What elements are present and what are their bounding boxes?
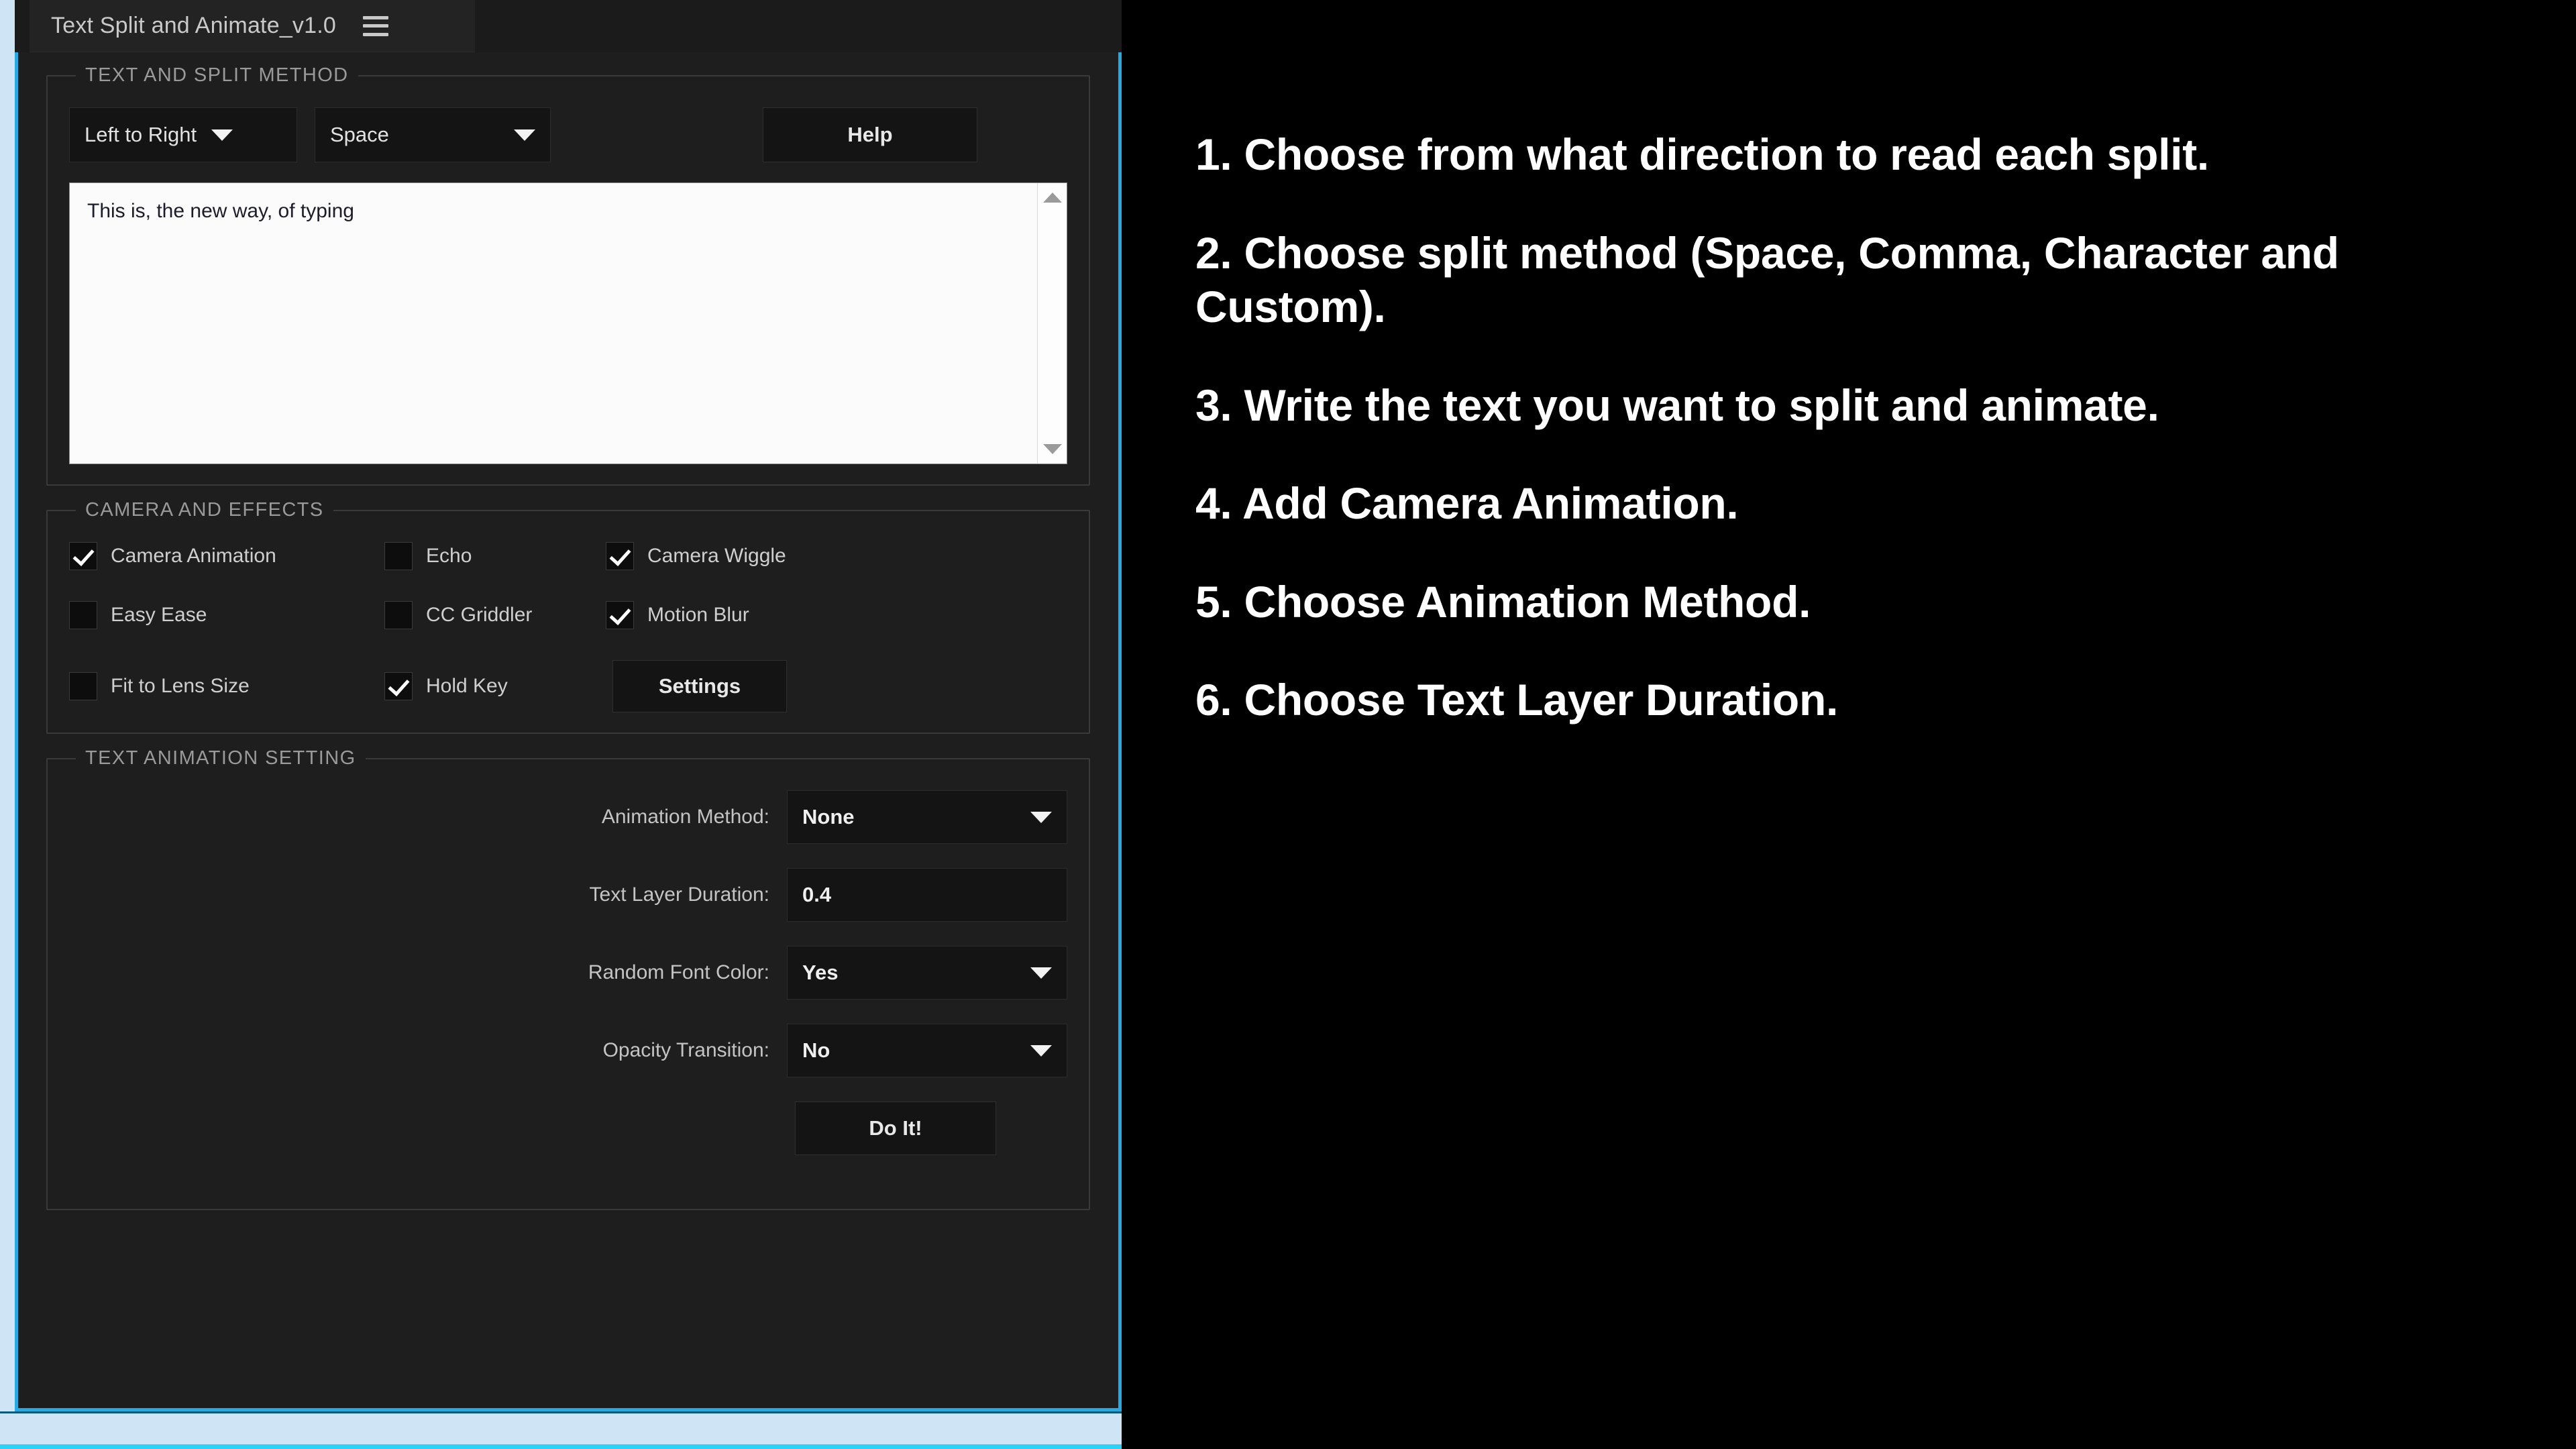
checkbox-label: Camera Wiggle: [647, 545, 786, 567]
checkbox-camera-wiggle[interactable]: Camera Wiggle: [606, 542, 1067, 570]
animation-method-value: None: [802, 805, 855, 828]
panel-bottom-edge: [0, 1411, 1122, 1449]
script-panel-window: Text Split and Animate_v1.0 TEXT AND SPL…: [0, 0, 1122, 1449]
group-legend-text-animation: TEXT ANIMATION SETTING: [76, 747, 366, 769]
checkbox-cc-griddler[interactable]: CC Griddler: [384, 601, 606, 629]
do-it-button[interactable]: Do It!: [795, 1102, 996, 1155]
group-legend-camera-effects: CAMERA AND EFFECTS: [76, 499, 333, 521]
direction-dropdown[interactable]: Left to Right: [69, 107, 297, 162]
tab-title-label: Text Split and Animate_v1.0: [51, 13, 336, 38]
checkbox-label: CC Griddler: [426, 604, 533, 626]
random-font-color-label: Random Font Color:: [588, 961, 769, 983]
text-and-split-method-group: TEXT AND SPLIT METHOD Left to Right Spac…: [46, 64, 1090, 486]
text-input-scrollbar[interactable]: [1037, 183, 1067, 464]
checkbox-label: Hold Key: [426, 675, 508, 697]
direction-dropdown-value: Left to Right: [85, 123, 197, 146]
chevron-down-icon: [1030, 811, 1052, 823]
checkbox-box-icon[interactable]: [384, 542, 413, 570]
text-layer-duration-value: 0.4: [802, 883, 832, 906]
split-method-dropdown[interactable]: Space: [315, 107, 551, 162]
random-font-color-value: Yes: [802, 961, 839, 984]
checkbox-label: Fit to Lens Size: [111, 675, 250, 697]
checkbox-motion-blur[interactable]: Motion Blur: [606, 601, 1067, 629]
checkbox-echo[interactable]: Echo: [384, 542, 606, 570]
chevron-down-icon: [211, 129, 233, 141]
animation-method-dropdown[interactable]: None: [787, 790, 1067, 844]
checkbox-easy-ease[interactable]: Easy Ease: [69, 601, 384, 629]
row-random-font-color: Random Font Color: Yes: [69, 946, 1067, 1000]
checkmark-icon[interactable]: [384, 672, 413, 700]
opacity-transition-value: No: [802, 1038, 830, 1062]
animation-method-label: Animation Method:: [601, 806, 769, 828]
chevron-down-icon: [514, 129, 535, 141]
instruction-step-1: 1. Choose from what direction to read ea…: [1195, 129, 2209, 179]
checkmark-icon[interactable]: [606, 542, 634, 570]
scroll-up-arrow-icon[interactable]: [1042, 193, 1062, 203]
checkbox-label: Easy Ease: [111, 604, 207, 626]
panel-body: TEXT AND SPLIT METHOD Left to Right Spac…: [15, 52, 1122, 1411]
tab-text-split-and-animate[interactable]: Text Split and Animate_v1.0: [30, 0, 475, 52]
panel-content: TEXT AND SPLIT METHOD Left to Right Spac…: [18, 52, 1118, 1408]
split-method-dropdown-value: Space: [330, 123, 389, 146]
instruction-step-3: 3. Write the text you want to split and …: [1195, 380, 2159, 430]
camera-and-effects-group: CAMERA AND EFFECTS Camera Animation Echo…: [46, 499, 1090, 734]
opacity-transition-label: Opacity Transition:: [602, 1039, 769, 1061]
instruction-step-5: 5. Choose Animation Method.: [1195, 576, 1811, 627]
row-opacity-transition: Opacity Transition: No: [69, 1024, 1067, 1077]
chevron-down-icon: [1030, 1044, 1052, 1057]
help-button[interactable]: Help: [763, 107, 977, 162]
instruction-step-6: 6. Choose Text Layer Duration.: [1195, 675, 1838, 725]
checkbox-camera-animation[interactable]: Camera Animation: [69, 542, 384, 570]
split-controls-row: Left to Right Space Help: [69, 107, 1067, 162]
chevron-down-icon: [1030, 967, 1052, 979]
row-text-layer-duration: Text Layer Duration: 0.4: [69, 868, 1067, 922]
checkbox-box-icon[interactable]: [69, 601, 97, 629]
checkbox-fit-to-lens-size[interactable]: Fit to Lens Size: [69, 672, 384, 700]
checkbox-label: Camera Animation: [111, 545, 276, 567]
checkbox-label: Echo: [426, 545, 472, 567]
opacity-transition-dropdown[interactable]: No: [787, 1024, 1067, 1077]
instruction-step-4: 4. Add Camera Animation.: [1195, 478, 1739, 529]
text-layer-duration-label: Text Layer Duration:: [589, 883, 769, 906]
hamburger-menu-icon[interactable]: [363, 15, 388, 36]
split-text-input[interactable]: This is, the new way, of typing: [69, 182, 1067, 464]
row-animation-method: Animation Method: None: [69, 790, 1067, 844]
text-layer-duration-input[interactable]: 0.4: [787, 868, 1067, 922]
row-do-it: Do It!: [69, 1102, 1067, 1155]
checkbox-hold-key[interactable]: Hold Key: [384, 672, 606, 700]
checkbox-label: Motion Blur: [647, 604, 749, 626]
panel-tab-bar: Text Split and Animate_v1.0: [15, 0, 1122, 52]
random-font-color-dropdown[interactable]: Yes: [787, 946, 1067, 1000]
text-animation-setting-group: TEXT ANIMATION SETTING Animation Method:…: [46, 747, 1090, 1210]
checkmark-icon[interactable]: [606, 601, 634, 629]
instruction-step-2: 2. Choose split method (Space, Comma, Ch…: [1195, 227, 2339, 332]
checkbox-box-icon[interactable]: [384, 601, 413, 629]
group-legend-text-split: TEXT AND SPLIT METHOD: [76, 64, 358, 87]
instructions-panel: 1. Choose from what direction to read ea…: [1122, 0, 2576, 1449]
checkmark-icon[interactable]: [69, 542, 97, 570]
scroll-down-arrow-icon[interactable]: [1042, 444, 1062, 454]
checkbox-box-icon[interactable]: [69, 672, 97, 700]
settings-button[interactable]: Settings: [612, 660, 787, 712]
effects-checkbox-grid: Camera Animation Echo Camera Wiggle Easy…: [69, 542, 1067, 712]
split-text-input-value[interactable]: This is, the new way, of typing: [70, 183, 1037, 464]
